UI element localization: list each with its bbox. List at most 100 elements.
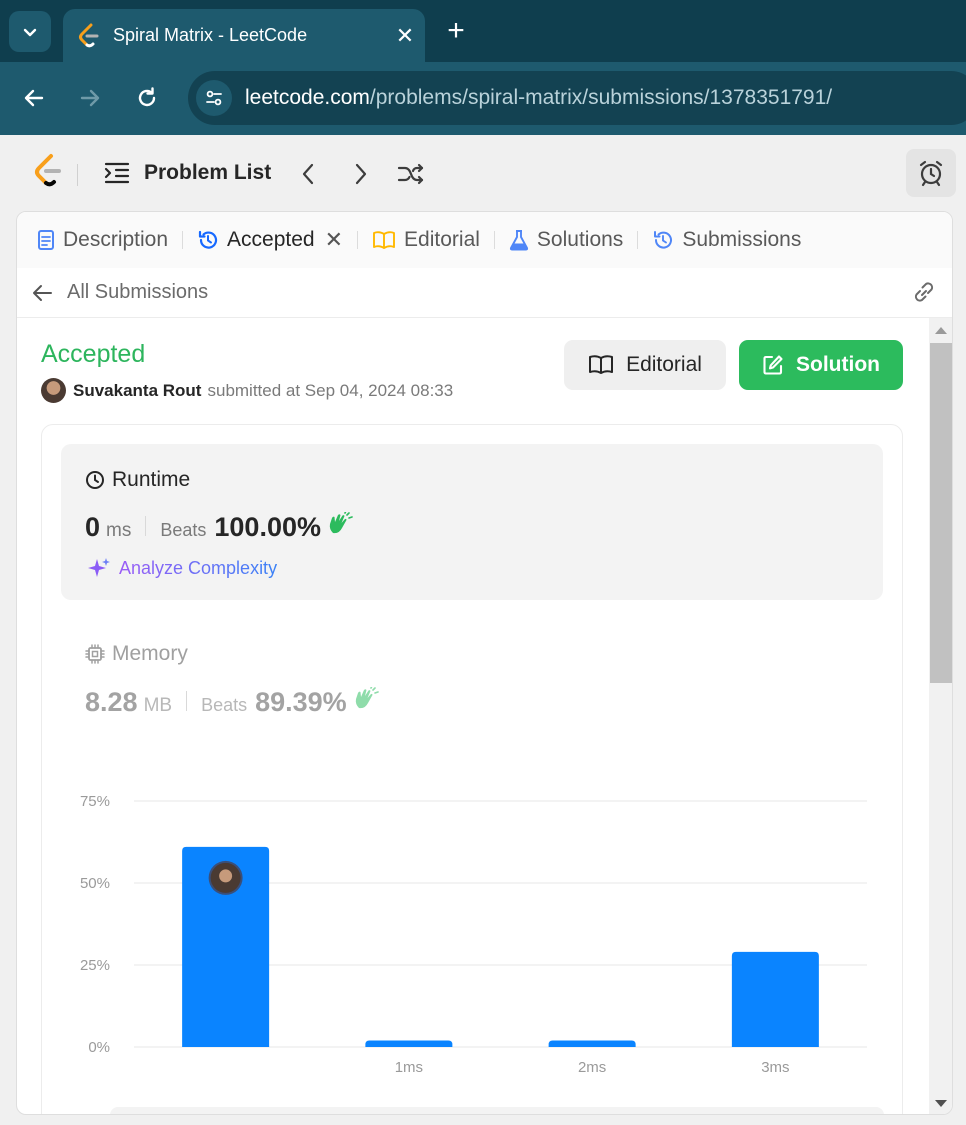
all-submissions-label[interactable]: All Submissions	[67, 281, 208, 304]
new-tab-button[interactable]: +	[440, 14, 472, 48]
forward-button[interactable]	[74, 82, 106, 114]
runtime-header: Runtime	[85, 468, 190, 492]
solution-button[interactable]: Solution	[739, 340, 903, 390]
arrow-left-icon[interactable]	[31, 283, 53, 303]
x-tick-label: 3ms	[761, 1059, 789, 1076]
leetcode-favicon-icon	[79, 23, 99, 47]
browser-tab-active[interactable]: Spiral Matrix - LeetCode ✕	[63, 9, 425, 62]
tab-solutions-label: Solutions	[536, 228, 624, 251]
history-icon	[654, 231, 673, 249]
arrow-right-icon	[80, 89, 100, 107]
leetcode-logo[interactable]	[32, 153, 64, 194]
memory-header: Memory	[85, 642, 188, 666]
submitter-info: Suvakanta Rout submitted at Sep 04, 2024…	[41, 378, 453, 403]
runtime-card[interactable]: Runtime 0 ms Beats 100.00% Analyze Compl…	[61, 444, 883, 600]
chart-bar	[365, 1040, 453, 1047]
tune-icon	[206, 90, 222, 106]
code-preview-strip	[110, 1107, 884, 1114]
memory-value-row: 8.28 MB Beats 89.39%	[85, 687, 379, 718]
tab-accepted-label: Accepted	[227, 228, 315, 251]
problem-list-button[interactable]: Problem List	[104, 157, 271, 189]
leetcode-navbar: Problem List	[0, 135, 966, 211]
avatar[interactable]	[41, 378, 66, 403]
book-open-icon	[373, 231, 395, 249]
runtime-distribution-chart: 0% 25% 50% 75% 1ms 2ms 3ms	[80, 793, 867, 1076]
tab-search-button[interactable]	[9, 11, 51, 52]
analyze-complexity-label: Analyze Complexity	[119, 557, 278, 578]
stats-card: Runtime 0 ms Beats 100.00% Analyze Compl…	[41, 424, 903, 1114]
scroll-up-arrow[interactable]	[935, 327, 947, 334]
chevron-left-icon	[302, 163, 314, 185]
next-problem-button[interactable]	[346, 159, 376, 189]
back-button[interactable]	[18, 82, 50, 114]
reload-icon	[138, 87, 156, 107]
random-problem-button[interactable]	[396, 159, 426, 189]
panel-tabs: Description Accepted ✕ Editorial Solutio…	[17, 212, 952, 268]
chart-bar	[731, 951, 819, 1047]
problem-list-label: Problem List	[144, 161, 272, 184]
runtime-beats-label: Beats	[160, 520, 207, 540]
y-tick-label: 50%	[80, 875, 110, 892]
reload-button[interactable]	[131, 82, 163, 114]
all-submissions-bar[interactable]: All Submissions	[17, 268, 952, 318]
list-indent-icon	[104, 162, 130, 184]
chevron-right-icon	[355, 163, 367, 185]
tab-separator	[493, 231, 495, 249]
value-separator	[145, 516, 147, 536]
memory-value: 8.28	[85, 687, 138, 717]
tab-accepted[interactable]: Accepted ✕	[197, 212, 343, 268]
x-tick-label: 2ms	[578, 1059, 606, 1076]
edit-icon	[763, 355, 783, 375]
solution-button-label: Solution	[796, 353, 880, 376]
document-icon	[38, 230, 54, 250]
chevron-down-icon	[23, 28, 37, 36]
y-tick-label: 75%	[80, 793, 110, 810]
editorial-button[interactable]: Editorial	[564, 340, 726, 390]
url-bar[interactable]: leetcode.com/problems/spiral-matrix/subm…	[188, 71, 966, 125]
tab-submissions-label: Submissions	[682, 228, 802, 251]
runtime-unit: ms	[106, 520, 132, 541]
shuffle-icon	[397, 163, 424, 185]
runtime-value-row: 0 ms Beats 100.00%	[85, 512, 353, 543]
tab-submissions[interactable]: Submissions	[652, 212, 801, 268]
timer-button[interactable]	[906, 149, 956, 197]
clapping-hands-icon	[355, 687, 379, 709]
submitter-name[interactable]: Suvakanta Rout	[73, 381, 201, 401]
scroll-down-arrow[interactable]	[935, 1100, 947, 1107]
link-icon[interactable]	[910, 280, 938, 304]
tab-separator	[637, 231, 639, 249]
address-toolbar: leetcode.com/problems/spiral-matrix/subm…	[0, 62, 966, 135]
analyze-complexity-button[interactable]: Analyze Complexity	[87, 556, 277, 580]
tab-description[interactable]: Description	[37, 212, 168, 268]
avatar-marker-face	[219, 869, 233, 883]
tab-description-label: Description	[63, 228, 169, 251]
scrollbar[interactable]	[929, 318, 952, 1114]
url-host: leetcode.com	[245, 86, 370, 109]
clock-icon	[86, 471, 104, 489]
runtime-beats-pct: 100.00%	[214, 512, 321, 542]
nav-divider	[77, 164, 78, 186]
memory-beats-label: Beats	[201, 695, 248, 715]
url-text[interactable]: leetcode.com/problems/spiral-matrix/subm…	[245, 86, 832, 110]
cpu-chip-icon	[85, 644, 105, 664]
submission-status: Accepted	[41, 340, 146, 368]
tab-close-icon[interactable]: ✕	[385, 23, 425, 49]
x-tick-label: 1ms	[395, 1059, 423, 1076]
tab-separator	[357, 231, 359, 249]
leetcode-page: Problem List Description Accepted ✕ Edit…	[0, 135, 966, 1125]
close-tab-icon[interactable]: ✕	[325, 227, 343, 253]
sparkle-icon	[88, 558, 110, 577]
tab-separator	[182, 231, 184, 249]
editorial-button-label: Editorial	[626, 353, 702, 376]
tab-solutions[interactable]: Solutions	[509, 212, 623, 268]
browser-tab-bar: Spiral Matrix - LeetCode ✕ +	[0, 0, 966, 62]
y-tick-label: 25%	[80, 957, 110, 974]
alarm-clock-icon	[919, 160, 943, 187]
tab-editorial[interactable]: Editorial	[372, 212, 480, 268]
prev-problem-button[interactable]	[293, 159, 323, 189]
y-tick-label: 0%	[88, 1039, 110, 1056]
submitted-time: submitted at Sep 04, 2024 08:33	[207, 380, 454, 400]
scroll-thumb[interactable]	[930, 343, 952, 683]
site-info-button[interactable]	[196, 80, 232, 116]
memory-label: Memory	[112, 642, 188, 665]
